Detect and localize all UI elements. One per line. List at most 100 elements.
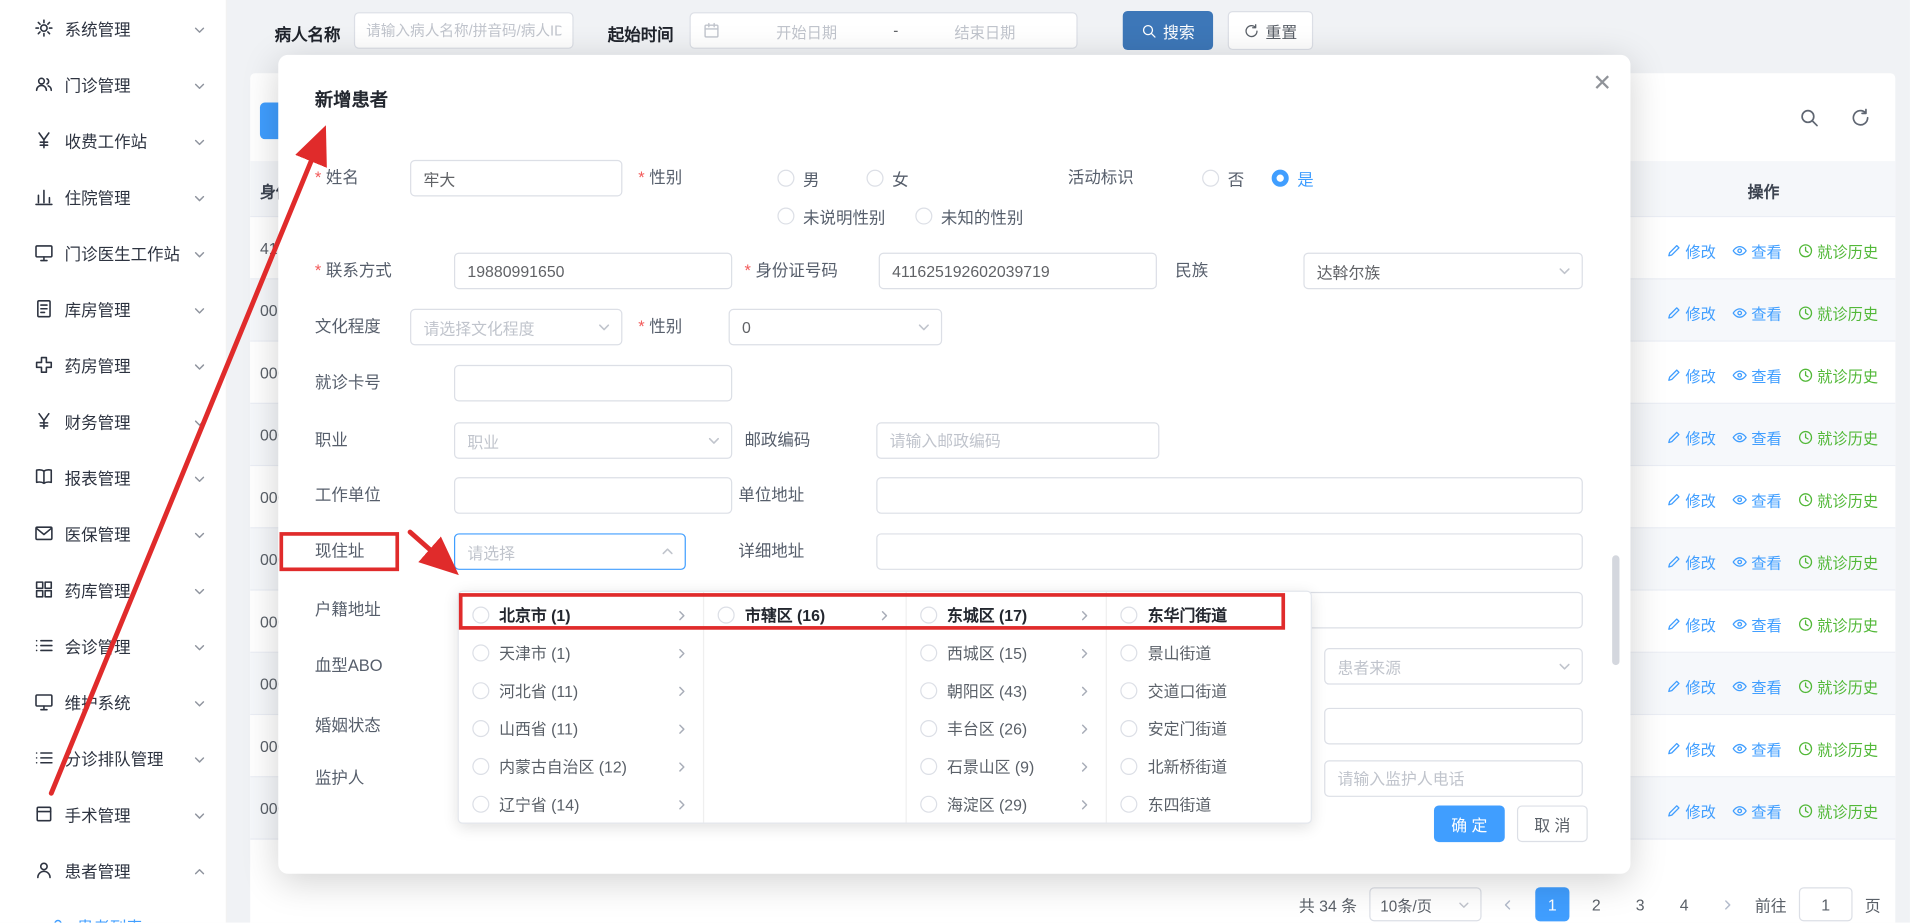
- radio-gender-female[interactable]: 女: [866, 160, 908, 197]
- edit-link[interactable]: 修改: [1666, 799, 1716, 822]
- radio-icon[interactable]: [472, 682, 489, 699]
- cascader-option[interactable]: 市辖区 (16): [705, 596, 906, 634]
- marital-side-field[interactable]: [1324, 708, 1583, 745]
- cascader-option[interactable]: 辽宁省 (14): [459, 785, 704, 823]
- cascader-option[interactable]: 天津市 (1): [459, 633, 704, 671]
- sidebar-item-monitor[interactable]: 门诊医生工作站: [0, 225, 226, 281]
- sidebar-item-cross[interactable]: 药房管理: [0, 337, 226, 393]
- view-link[interactable]: 查看: [1732, 675, 1782, 698]
- radio-gender-unknown[interactable]: 未知的性别: [915, 198, 1023, 235]
- sidebar-item-users[interactable]: 门诊管理: [0, 56, 226, 112]
- radio-icon[interactable]: [920, 682, 937, 699]
- visit-history-link[interactable]: 就诊历史: [1798, 737, 1879, 760]
- postal-field[interactable]: [876, 422, 1159, 459]
- detail-address-field[interactable]: [876, 533, 1583, 570]
- page-button-1[interactable]: 1: [1535, 887, 1569, 921]
- dialog-scrollbar[interactable]: [1612, 555, 1619, 665]
- radio-icon[interactable]: [920, 719, 937, 736]
- cascader-option[interactable]: 内蒙古自治区 (12): [459, 747, 704, 785]
- sidebar-item-yen[interactable]: 收费工作站: [0, 112, 226, 168]
- radio-active-yes[interactable]: 是: [1272, 160, 1314, 197]
- cascader-option[interactable]: 北新桥街道: [1107, 747, 1310, 785]
- cascader-option[interactable]: 丰台区 (26): [907, 709, 1107, 747]
- next-page-button[interactable]: [1713, 887, 1742, 921]
- sidebar-item-book[interactable]: 报表管理: [0, 449, 226, 505]
- cascader-option[interactable]: 安定门街道: [1107, 709, 1310, 747]
- radio-icon[interactable]: [1121, 757, 1138, 774]
- visit-history-link[interactable]: 就诊历史: [1798, 613, 1879, 636]
- ethnicity-select[interactable]: 达斡尔族: [1303, 253, 1582, 290]
- view-link[interactable]: 查看: [1732, 426, 1782, 449]
- cascader-option[interactable]: 朝阳区 (43): [907, 671, 1107, 709]
- cascader-option[interactable]: 交道口街道: [1107, 671, 1310, 709]
- radio-icon[interactable]: [472, 719, 489, 736]
- radio-icon[interactable]: [1121, 606, 1138, 623]
- radio-icon[interactable]: [472, 606, 489, 623]
- view-link[interactable]: 查看: [1732, 550, 1782, 573]
- view-link[interactable]: 查看: [1732, 301, 1782, 324]
- radio-icon[interactable]: [920, 606, 937, 623]
- goto-page-input[interactable]: [1799, 887, 1853, 921]
- current-address-cascader[interactable]: 请选择: [454, 533, 686, 570]
- prev-page-button[interactable]: [1494, 887, 1523, 921]
- visit-history-link[interactable]: 就诊历史: [1798, 799, 1879, 822]
- view-link[interactable]: 查看: [1732, 364, 1782, 387]
- view-link[interactable]: 查看: [1732, 799, 1782, 822]
- sidebar-item-user[interactable]: 患者管理: [0, 842, 226, 898]
- cascader-option[interactable]: 东华门街道: [1107, 596, 1310, 634]
- visit-history-link[interactable]: 就诊历史: [1798, 301, 1879, 324]
- sidebar-item-grid[interactable]: 药库管理: [0, 561, 226, 617]
- radio-active-no[interactable]: 否: [1202, 160, 1244, 197]
- page-button-4[interactable]: 4: [1667, 887, 1701, 921]
- sidebar-item-mail[interactable]: 医保管理: [0, 505, 226, 561]
- cascader-option[interactable]: 东四街道: [1107, 785, 1310, 823]
- edit-link[interactable]: 修改: [1666, 301, 1716, 324]
- education-select[interactable]: 请选择文化程度: [410, 309, 622, 346]
- patient-name-input[interactable]: [354, 12, 574, 49]
- card-no-field[interactable]: [454, 365, 732, 402]
- id-number-field[interactable]: [879, 253, 1157, 290]
- radio-icon[interactable]: [718, 606, 735, 623]
- visit-history-link[interactable]: 就诊历史: [1798, 364, 1879, 387]
- close-icon[interactable]: ✕: [1587, 67, 1619, 99]
- radio-icon[interactable]: [920, 644, 937, 661]
- edit-link[interactable]: 修改: [1666, 239, 1716, 262]
- cascader-option[interactable]: 西城区 (15): [907, 633, 1107, 671]
- radio-icon[interactable]: [1121, 719, 1138, 736]
- cascader-option[interactable]: 景山街道: [1107, 633, 1310, 671]
- edit-link[interactable]: 修改: [1666, 550, 1716, 573]
- search-button[interactable]: 搜索: [1123, 11, 1213, 50]
- name-field[interactable]: [410, 160, 622, 197]
- page-size-select[interactable]: 10条/页: [1369, 887, 1481, 921]
- occupation-select[interactable]: 职业: [454, 422, 732, 459]
- edit-link[interactable]: 修改: [1666, 675, 1716, 698]
- visit-history-link[interactable]: 就诊历史: [1798, 675, 1879, 698]
- visit-history-link[interactable]: 就诊历史: [1798, 426, 1879, 449]
- sidebar-item-patient-list[interactable]: 患者列表: [0, 898, 227, 922]
- edit-link[interactable]: 修改: [1666, 488, 1716, 511]
- work-unit-field[interactable]: [454, 477, 732, 514]
- sidebar-item-list[interactable]: 会诊管理: [0, 618, 226, 674]
- sidebar-item-box[interactable]: 手术管理: [0, 786, 226, 842]
- date-range-picker[interactable]: 开始日期 - 结束日期: [690, 12, 1078, 49]
- radio-icon[interactable]: [1121, 644, 1138, 661]
- guardian-phone-field[interactable]: [1324, 760, 1583, 797]
- gender2-select[interactable]: 0: [729, 309, 943, 346]
- table-refresh-icon[interactable]: [1850, 107, 1871, 128]
- page-button-2[interactable]: 2: [1579, 887, 1613, 921]
- radio-gender-unstated[interactable]: 未说明性别: [777, 198, 885, 235]
- cascader-option[interactable]: 山西省 (11): [459, 709, 704, 747]
- page-button-3[interactable]: 3: [1623, 887, 1657, 921]
- patient-source-select[interactable]: 患者来源: [1324, 648, 1583, 685]
- view-link[interactable]: 查看: [1732, 488, 1782, 511]
- sidebar-item-list[interactable]: 分诊排队管理: [0, 730, 226, 786]
- radio-icon[interactable]: [472, 644, 489, 661]
- edit-link[interactable]: 修改: [1666, 613, 1716, 636]
- cascader-option[interactable]: 东城区 (17): [907, 596, 1107, 634]
- cancel-button[interactable]: 取 消: [1517, 805, 1588, 842]
- radio-icon[interactable]: [1121, 682, 1138, 699]
- radio-icon[interactable]: [472, 795, 489, 812]
- sidebar-item-monitor[interactable]: 维护系统: [0, 674, 226, 730]
- view-link[interactable]: 查看: [1732, 239, 1782, 262]
- radio-icon[interactable]: [472, 757, 489, 774]
